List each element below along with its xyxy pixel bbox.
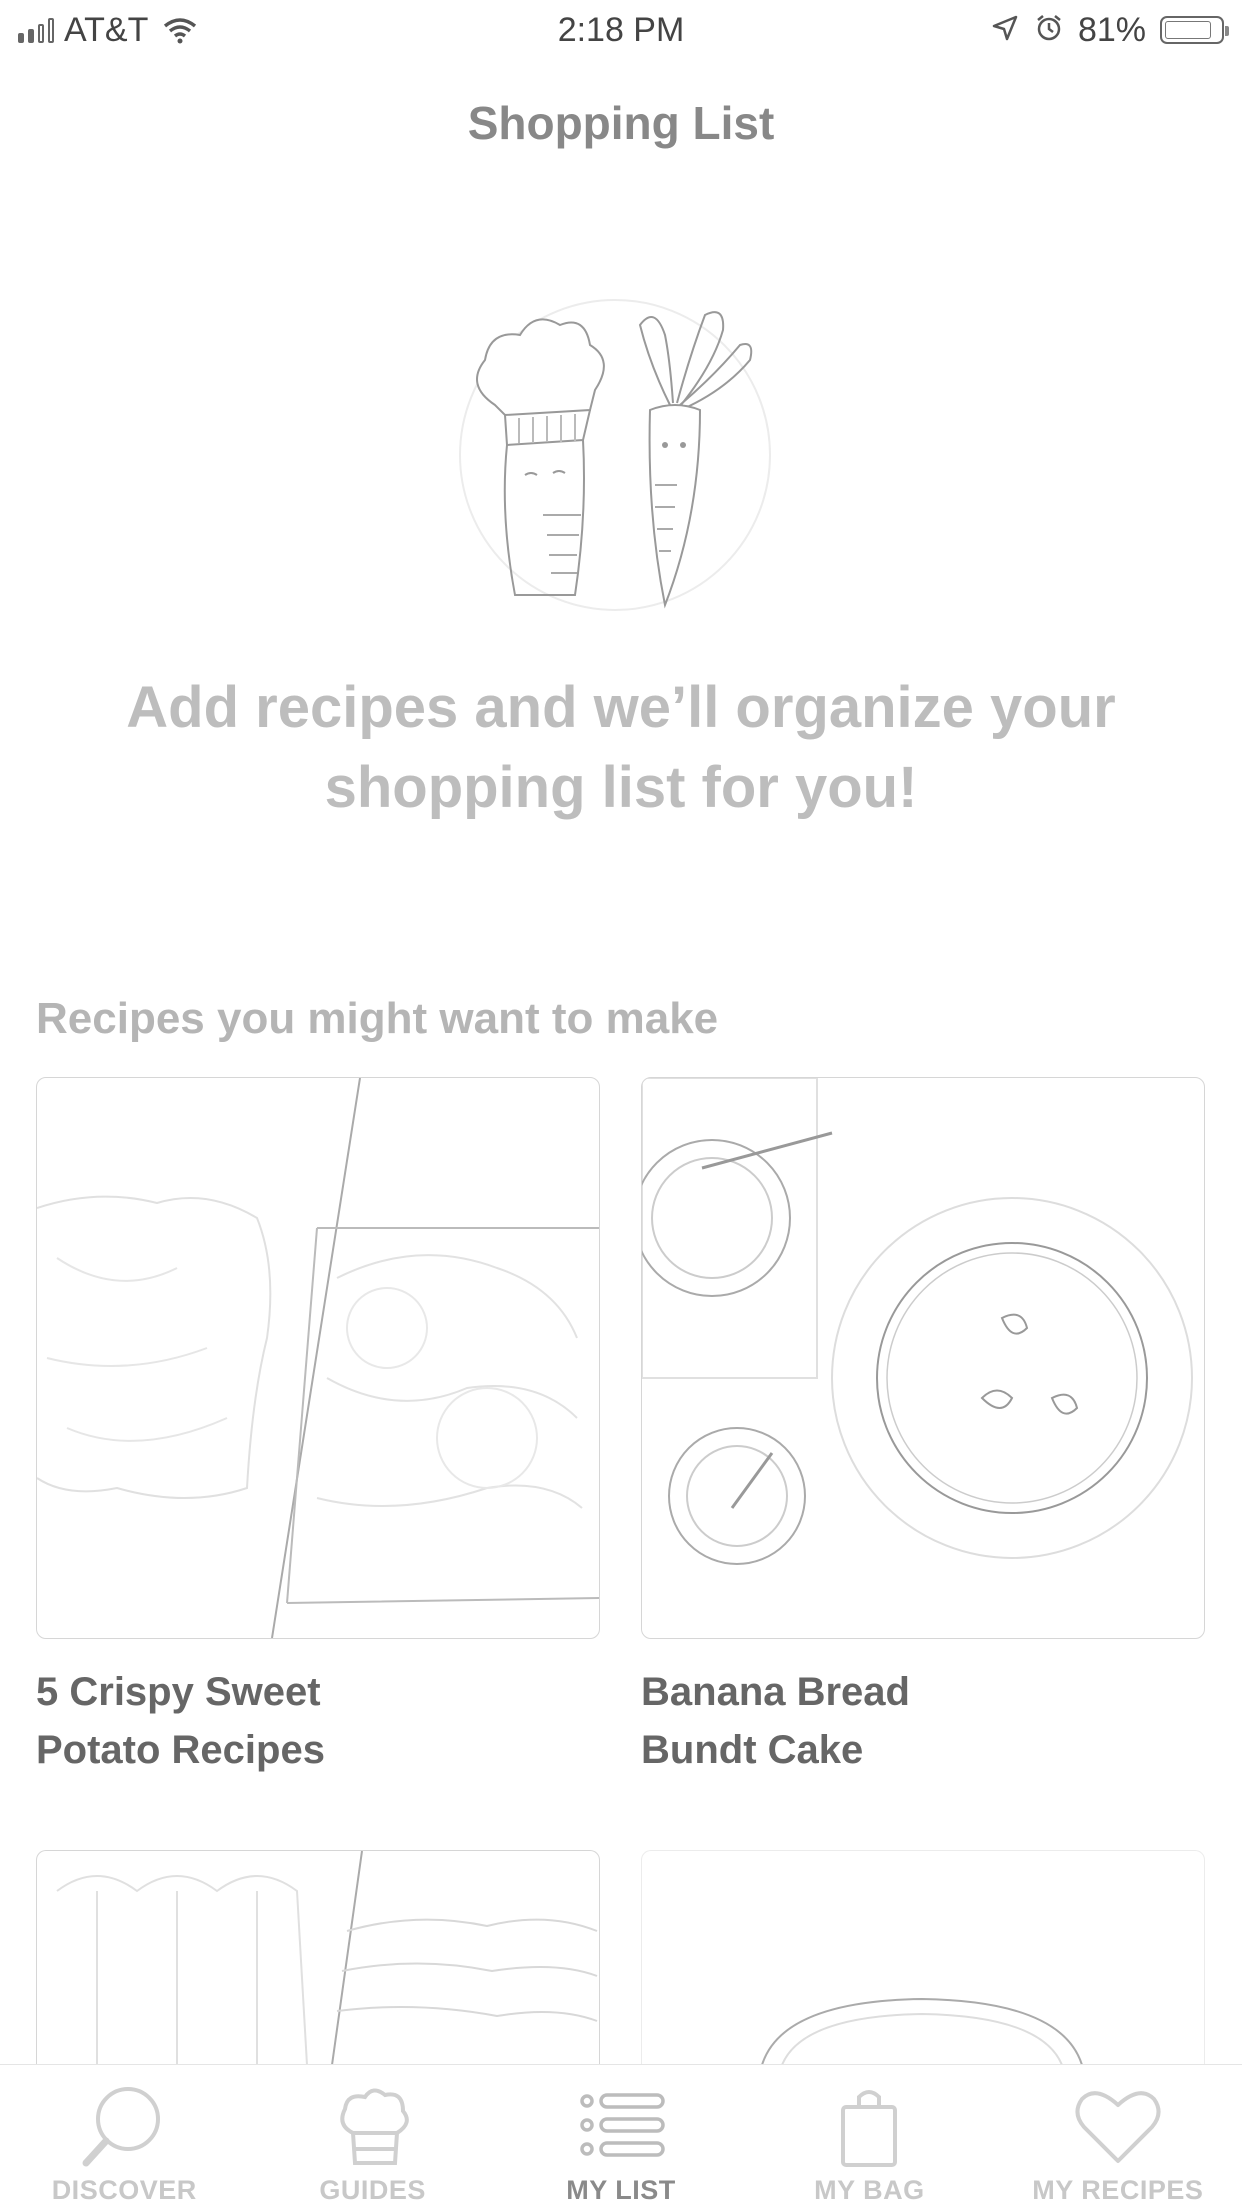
tab-label: DISCOVER <box>51 2175 197 2205</box>
tab-label: MY LIST <box>566 2175 676 2205</box>
empty-state-message: Add recipes and we’ll organize your shop… <box>126 675 1116 820</box>
chef-hat-icon <box>339 2088 409 2165</box>
tab-my-bag[interactable]: MY BAG <box>745 2065 993 2209</box>
list-icon <box>580 2093 665 2157</box>
tab-label: GUIDES <box>319 2175 426 2205</box>
tab-my-recipes[interactable]: MY RECIPES <box>994 2065 1242 2209</box>
page-title: Shopping List <box>467 97 775 149</box>
tab-discover[interactable]: DISCOVER <box>0 2065 248 2209</box>
chef-and-carrot-illustration <box>455 285 785 615</box>
bag-icon <box>841 2090 898 2167</box>
battery-fill <box>1165 21 1211 39</box>
search-icon <box>82 2087 161 2167</box>
recipe-card-banana-bread[interactable]: Banana Bread Bundt Cake <box>641 1077 1207 1779</box>
tab-bar: DISCOVER GUIDES MY LIST MY BAG MY RECIPE… <box>0 2064 1242 2209</box>
status-right: 81% <box>990 8 1229 52</box>
heart-icon <box>1075 2091 1161 2163</box>
recipe-card-4[interactable] <box>641 1850 1207 2088</box>
recipe-card-crispy-sweet-potato[interactable]: 5 Crispy Sweet Potato Recipes <box>36 1077 602 1779</box>
tab-label: MY RECIPES <box>1032 2175 1204 2205</box>
recipe-card-3[interactable] <box>36 1850 602 2088</box>
alarm-clock-icon <box>1034 13 1064 48</box>
recipe-card-title[interactable]: Banana Bread Bundt Cake <box>641 1663 1001 1779</box>
recipe-card-title[interactable]: 5 Crispy Sweet Potato Recipes <box>36 1663 396 1779</box>
location-arrow-icon <box>990 13 1020 48</box>
recipe-card-image[interactable] <box>641 1850 1205 2064</box>
tab-label: MY BAG <box>814 2175 925 2205</box>
recipe-card-image[interactable] <box>36 1077 600 1639</box>
tab-guides[interactable]: GUIDES <box>248 2065 496 2209</box>
recipe-card-image[interactable] <box>36 1850 600 2064</box>
battery-icon <box>1160 16 1229 44</box>
suggestions-section-title: Recipes you might want to make <box>36 994 719 1043</box>
recipe-card-image[interactable] <box>641 1077 1205 1639</box>
battery-percentage: 81% <box>1077 10 1146 49</box>
tab-my-list[interactable]: MY LIST <box>497 2065 745 2209</box>
status-bar: AT&T 2:18 PM 81% <box>0 0 1242 62</box>
